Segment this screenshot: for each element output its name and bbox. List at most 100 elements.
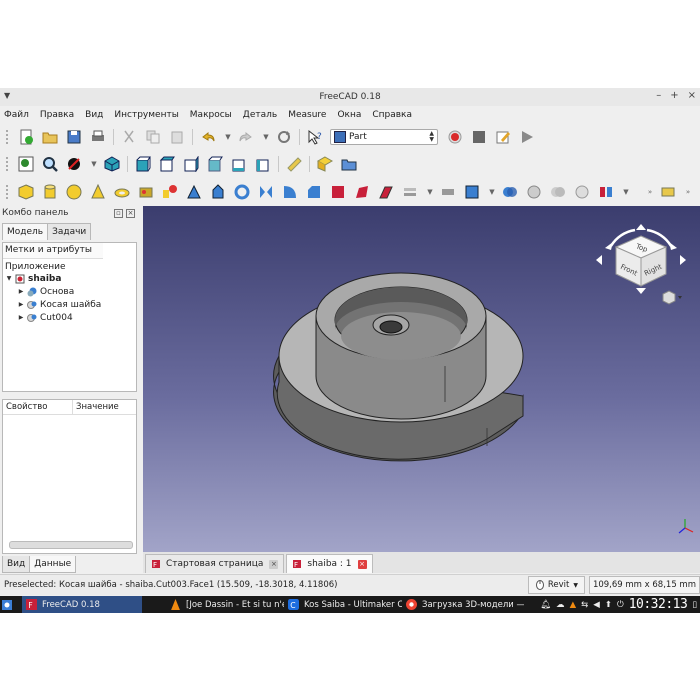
network-icon[interactable]: ⇆ [581, 600, 588, 610]
redo-dropdown-icon[interactable]: ▼ [261, 128, 271, 146]
task-browser[interactable]: Загрузка 3D-модели —... [402, 596, 524, 613]
volume-icon[interactable]: ◀ [593, 600, 600, 610]
ruled-surface-icon[interactable] [353, 183, 371, 201]
undo-dropdown-icon[interactable]: ▼ [223, 128, 233, 146]
tab-start-page[interactable]: F Стартовая страница × [145, 554, 285, 573]
torus-icon[interactable] [113, 183, 131, 201]
3d-viewport[interactable]: Top Front Right [143, 206, 700, 552]
cut-boolean-icon[interactable] [525, 183, 543, 201]
fillet-icon[interactable] [281, 183, 299, 201]
menu-macros[interactable]: Макросы [190, 110, 232, 120]
common-icon[interactable] [573, 183, 591, 201]
close-panel-icon[interactable]: × [126, 209, 135, 218]
tube-icon[interactable] [137, 183, 155, 201]
close-tab-icon[interactable]: × [357, 559, 367, 569]
menu-file[interactable]: Файл [4, 110, 29, 120]
collapse-arrow-icon[interactable]: ▼ [5, 275, 13, 282]
toolbar-grip[interactable] [6, 157, 11, 171]
navigation-style-selector[interactable]: Revit ▼ [527, 576, 585, 594]
view-rear-icon[interactable] [206, 155, 224, 173]
cloud-icon[interactable]: ☁︎ [556, 600, 565, 610]
washer-model[interactable] [273, 272, 524, 462]
cone-icon[interactable] [89, 183, 107, 201]
notification-bell-icon[interactable]: 🔔︎ [540, 600, 551, 610]
run-macro-icon[interactable] [518, 128, 536, 146]
fit-selection-icon[interactable] [41, 155, 59, 173]
close-icon[interactable]: × [688, 90, 696, 101]
vlc-tray-icon[interactable]: ▲ [570, 600, 577, 610]
draw-style-dropdown-icon[interactable]: ▼ [89, 155, 99, 173]
tree-item-cut004[interactable]: ▶ Cut004 [3, 311, 136, 324]
start-menu-icon[interactable] [0, 596, 14, 613]
whats-this-icon[interactable]: ? [306, 128, 324, 146]
tree-item-kosaya-shaiba[interactable]: ▶ Косая шайба [3, 298, 136, 311]
make-face-icon[interactable] [329, 183, 347, 201]
loft-icon[interactable] [377, 183, 395, 201]
menu-windows[interactable]: Окна [337, 110, 361, 120]
task-media-player[interactable]: [Joe Dassin - Et si tu n'ex... [166, 596, 284, 613]
sweep-dropdown-icon[interactable]: ▼ [425, 183, 435, 201]
minimize-icon[interactable]: – [656, 90, 661, 101]
expand-arrow-icon[interactable]: ▶ [17, 288, 25, 295]
view-bottom-icon[interactable] [230, 155, 248, 173]
create-part-icon[interactable] [316, 155, 334, 173]
toolbar-grip[interactable] [6, 130, 11, 144]
section-icon[interactable] [439, 183, 457, 201]
close-tab-icon[interactable]: × [269, 559, 279, 569]
cube-icon[interactable] [17, 183, 35, 201]
print-icon[interactable] [89, 128, 107, 146]
copy-icon[interactable] [144, 128, 162, 146]
clock[interactable]: 10:32:13 [629, 597, 688, 612]
workbench-selector[interactable]: Part ▲ ▼ [330, 129, 438, 145]
menu-part[interactable]: Деталь [243, 110, 277, 120]
tab-shaiba[interactable]: F shaiba : 1 × [286, 554, 373, 573]
toolbar-grip[interactable] [6, 185, 11, 199]
menu-measure[interactable]: Measure [288, 110, 326, 120]
overflow-chevron-icon[interactable]: » [645, 183, 655, 201]
view-right-icon[interactable] [182, 155, 200, 173]
tab-tasks[interactable]: Задачи [47, 223, 92, 240]
save-icon[interactable] [65, 128, 83, 146]
measure-dropdown-icon[interactable]: » [683, 183, 693, 201]
tree-item-osnova[interactable]: ▶ Основа [3, 285, 136, 298]
menu-tools[interactable]: Инструменты [114, 110, 178, 120]
maximize-icon[interactable]: + [670, 90, 678, 101]
value-column-header[interactable]: Значение [73, 400, 119, 414]
expand-arrow-icon[interactable]: ▶ [17, 301, 25, 308]
view-isometric-icon[interactable] [103, 155, 121, 173]
navcube-menu-icon[interactable] [662, 290, 682, 305]
new-file-icon[interactable] [17, 128, 35, 146]
sweep-icon[interactable] [401, 183, 419, 201]
fit-all-icon[interactable] [17, 155, 35, 173]
revolve-icon[interactable] [233, 183, 251, 201]
tab-model[interactable]: Модель [2, 223, 49, 240]
fuse-icon[interactable] [549, 183, 567, 201]
horizontal-scrollbar[interactable] [9, 541, 133, 549]
rotate-down-arrow-icon[interactable] [636, 288, 646, 294]
menu-view[interactable]: Вид [85, 110, 103, 120]
measure-linear-icon[interactable] [659, 183, 677, 201]
view-top-icon[interactable] [158, 155, 176, 173]
expand-arrow-icon[interactable]: ▶ [17, 314, 25, 321]
redo-icon[interactable] [237, 128, 255, 146]
tab-view[interactable]: Вид [2, 556, 31, 573]
view-left-icon[interactable] [254, 155, 272, 173]
task-freecad[interactable]: F FreeCAD 0.18 [22, 596, 142, 613]
paste-icon[interactable] [168, 128, 186, 146]
sphere-icon[interactable] [65, 183, 83, 201]
stop-macro-icon[interactable] [470, 128, 488, 146]
tree-item-document[interactable]: ▼ shaiba [3, 272, 136, 285]
menu-help[interactable]: Справка [372, 110, 412, 120]
extrude-icon[interactable] [209, 183, 227, 201]
view-front-icon[interactable] [134, 155, 152, 173]
shape-builder-icon[interactable] [185, 183, 203, 201]
update-icon[interactable]: ⬆ [605, 600, 612, 610]
edit-macro-icon[interactable] [494, 128, 512, 146]
battery-icon[interactable]: ▯ [692, 600, 697, 610]
draw-style-icon[interactable] [65, 155, 83, 173]
measure-distance-icon[interactable] [285, 155, 303, 173]
cut-icon[interactable] [120, 128, 138, 146]
undo-icon[interactable] [199, 128, 217, 146]
task-ultimaker-cura[interactable]: C Kos Saiba - Ultimaker C... [284, 596, 402, 613]
boolean-icon[interactable] [501, 183, 519, 201]
